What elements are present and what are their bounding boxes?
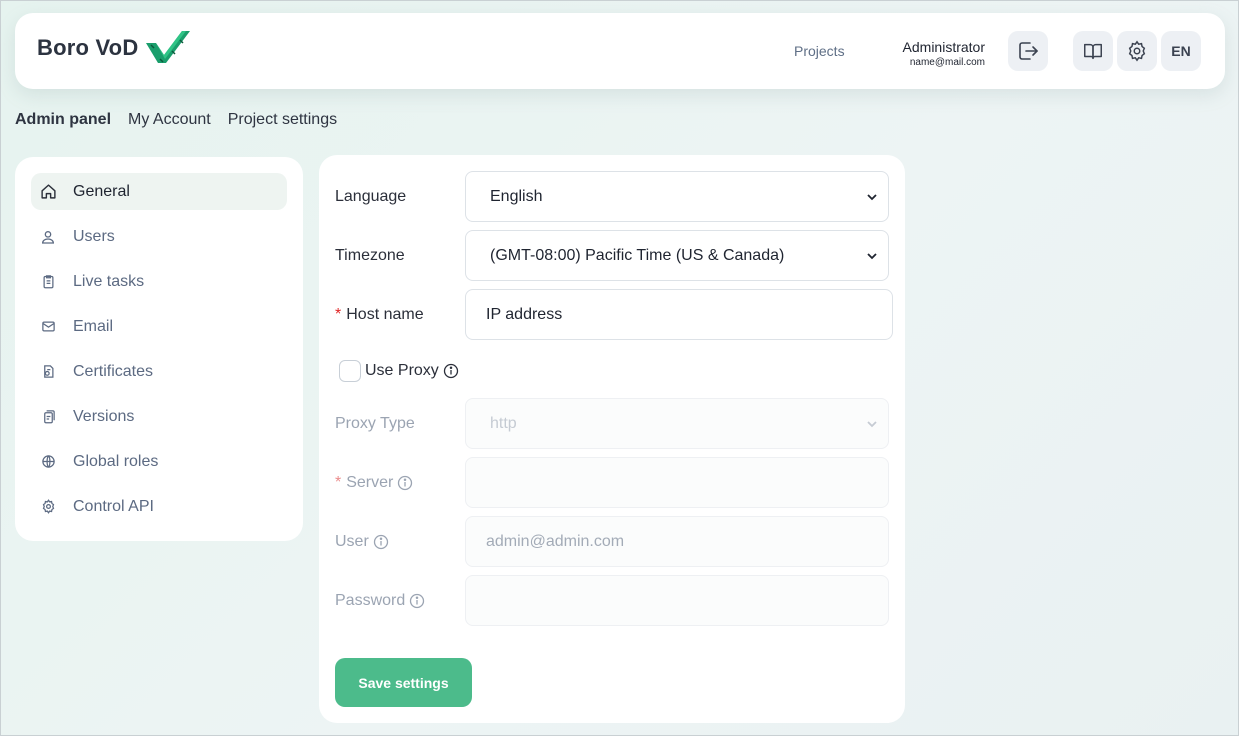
host-name-input[interactable]: IP address [465, 289, 893, 340]
info-icon[interactable] [397, 475, 413, 491]
clipboard-icon [39, 273, 57, 291]
book-icon [1084, 43, 1102, 60]
language-row: Language English [335, 171, 889, 222]
projects-link[interactable]: Projects [794, 43, 845, 59]
sidebar-item-label: Email [73, 317, 114, 335]
user-label: User [335, 533, 465, 551]
password-row: Password [335, 575, 889, 626]
globe-icon [39, 453, 57, 471]
brand-name: Boro VoD [37, 35, 139, 60]
tab-project-settings[interactable]: Project settings [228, 111, 337, 129]
certificate-icon [39, 363, 57, 381]
host-name-row: * Host name IP address [335, 289, 893, 340]
language-select[interactable]: English [465, 171, 889, 222]
settings-panel: Language English Timezone (GMT-08:00) Pa… [319, 155, 905, 723]
timezone-label: Timezone [335, 246, 405, 264]
user-input[interactable]: admin@admin.com [465, 516, 889, 567]
user-name: Administrator [902, 39, 985, 55]
server-row: * Server [335, 457, 889, 508]
mail-icon [39, 318, 57, 336]
sidebar-item-label: General [73, 182, 130, 200]
brand-logo-link[interactable]: Boro VoD [37, 29, 192, 67]
user-row: User admin@admin.com [335, 516, 889, 567]
save-settings-button[interactable]: Save settings [335, 658, 472, 707]
chevron-down-icon [867, 252, 877, 259]
sidebar-item-versions[interactable]: Versions [31, 398, 287, 435]
user-info[interactable]: Administrator name@mail.com [903, 39, 985, 68]
timezone-select[interactable]: (GMT-08:00) Pacific Time (US & Canada) [465, 230, 889, 281]
proxy-type-label: Proxy Type [335, 414, 415, 432]
top-bar: Boro VoD Projects Administrator name@mai… [15, 13, 1225, 89]
user-placeholder: admin@admin.com [486, 532, 625, 550]
documentation-button[interactable] [1073, 31, 1113, 71]
password-input[interactable] [465, 575, 889, 626]
sidebar-item-label: Global roles [73, 452, 159, 470]
language-value: English [490, 187, 543, 205]
language-switch-button[interactable]: EN [1161, 31, 1201, 71]
chevron-down-icon [867, 420, 877, 427]
proxy-type-value: http [490, 414, 517, 432]
sidebar-item-global-roles[interactable]: Global roles [31, 443, 287, 480]
use-proxy-checkbox[interactable] [339, 360, 361, 382]
sidebar-item-email[interactable]: Email [31, 308, 287, 345]
host-name-label: * Host name [335, 306, 465, 324]
top-tabs: Admin panel My Account Project settings [15, 111, 337, 129]
checkmark-logo-icon [146, 31, 191, 63]
chevron-down-icon [867, 193, 877, 200]
logout-icon [1019, 42, 1038, 60]
server-label: * Server [335, 474, 465, 492]
language-label: Language [335, 187, 407, 205]
logout-button[interactable] [1008, 31, 1048, 71]
sidebar-item-users[interactable]: Users [31, 218, 287, 255]
gear-icon [1128, 40, 1146, 62]
proxy-type-select[interactable]: http [465, 398, 889, 449]
required-mark: * [335, 473, 342, 491]
server-input[interactable] [465, 457, 889, 508]
gear-small-icon [39, 498, 57, 516]
home-icon [39, 183, 57, 201]
host-name-value: IP address [486, 305, 563, 323]
sidebar-item-general[interactable]: General [31, 173, 287, 210]
host-name-label-text: Host name [346, 305, 424, 323]
sidebar-item-control-api[interactable]: Control API [31, 488, 287, 525]
info-icon[interactable] [373, 534, 389, 550]
tab-my-account[interactable]: My Account [128, 111, 211, 129]
user-email: name@mail.com [909, 57, 985, 68]
sidebar-item-label: Control API [73, 497, 154, 515]
password-label-text: Password [335, 591, 406, 609]
tab-admin-panel[interactable]: Admin panel [15, 111, 111, 129]
info-icon[interactable] [443, 363, 459, 379]
timezone-row: Timezone (GMT-08:00) Pacific Time (US & … [335, 230, 889, 281]
sidebar-item-label: Live tasks [73, 272, 145, 290]
sidebar-item-label: Versions [73, 407, 135, 425]
sidebar-item-live-tasks[interactable]: Live tasks [31, 263, 287, 300]
user-icon [39, 228, 57, 246]
sidebar-item-certificates[interactable]: Certificates [31, 353, 287, 390]
sidebar-item-label: Certificates [73, 362, 154, 380]
sidebar-item-label: Users [73, 227, 115, 245]
password-label: Password [335, 592, 465, 610]
info-icon[interactable] [409, 593, 425, 609]
proxy-type-row: Proxy Type http [335, 398, 889, 449]
required-mark: * [335, 305, 342, 323]
timezone-value: (GMT-08:00) Pacific Time (US & Canada) [490, 246, 785, 264]
versions-icon [39, 408, 57, 426]
server-label-text: Server [346, 473, 394, 491]
sidebar: General Users Live tasks Email Certifica… [15, 157, 303, 541]
use-proxy-row: Use Proxy [335, 360, 459, 382]
user-label-text: User [335, 532, 369, 550]
settings-button[interactable] [1117, 31, 1157, 71]
use-proxy-label: Use Proxy [365, 362, 439, 379]
